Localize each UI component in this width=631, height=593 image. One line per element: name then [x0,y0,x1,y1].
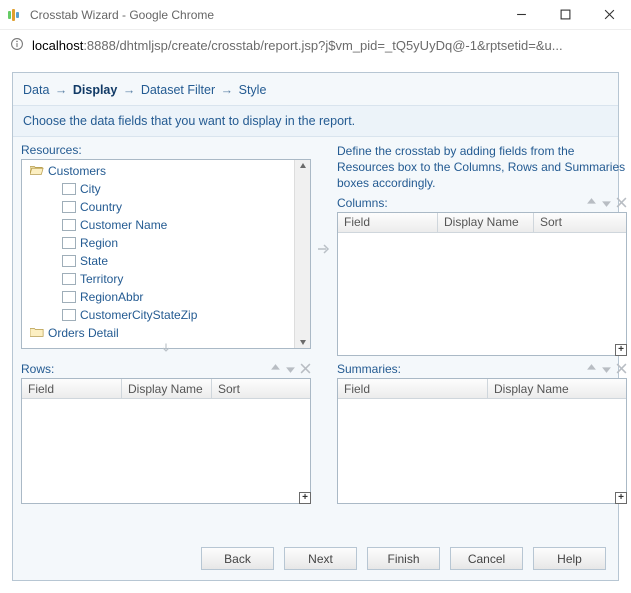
tree-item[interactable]: Country [26,198,306,216]
tree-group[interactable]: Orders Detail [26,324,306,342]
tree-item-label: RegionAbbr [80,290,143,304]
tree-item[interactable]: RegionAbbr [26,288,306,306]
summaries-table[interactable]: Field Display Name + [337,378,627,504]
step-display[interactable]: Display [73,83,117,97]
move-down-icon[interactable] [601,197,612,211]
field-icon [62,237,76,249]
tree-item[interactable]: CustomerCityStateZip [26,306,306,324]
scrollbar[interactable] [294,160,310,348]
tree-group[interactable]: Customers [26,162,306,180]
columns-table[interactable]: Field Display Name Sort + [337,212,627,356]
step-filter[interactable]: Dataset Filter [141,83,215,97]
tree-item-label: Territory [80,272,123,286]
col-header-display: Display Name [438,215,525,229]
tree-group-label: Customers [48,164,106,178]
chevron-right-icon: → [55,83,68,97]
remove-icon[interactable] [616,363,627,377]
tree-item-label: Region [80,236,118,250]
resources-label: Resources: [21,143,311,157]
col-header-display: Display Name [122,382,209,396]
tree-item[interactable]: Customer Name [26,216,306,234]
field-icon [62,183,76,195]
remove-icon[interactable] [300,363,311,377]
site-info-icon[interactable] [10,37,24,54]
tree-item[interactable]: City [26,180,306,198]
window-title: Crosstab Wizard - Google Chrome [30,8,499,22]
field-icon [62,219,76,231]
move-down-icon[interactable] [285,363,296,377]
tree-item-label: Customer Name [80,218,167,232]
col-header-field: Field [338,382,376,396]
next-button[interactable]: Next [284,547,357,570]
field-icon [62,309,76,321]
finish-button[interactable]: Finish [367,547,440,570]
chrome-app-icon [8,7,24,23]
rows-table[interactable]: Field Display Name Sort + [21,378,311,504]
add-row-button[interactable]: + [299,492,311,504]
maximize-button[interactable] [543,0,587,30]
move-up-icon[interactable] [586,197,597,211]
chevron-right-icon: → [221,83,234,97]
rows-label: Rows: [21,362,54,376]
tree-group-label: Orders Detail [48,326,119,340]
field-icon [62,273,76,285]
help-button[interactable]: Help [533,547,606,570]
address-bar: localhost:8888/dhtmljsp/create/crosstab/… [0,30,631,60]
tree-item-label: City [80,182,101,196]
title-bar: Crosstab Wizard - Google Chrome [0,0,631,30]
tree-item-label: CustomerCityStateZip [80,308,197,322]
col-header-field: Field [338,215,376,229]
wizard-panel: Data → Display → Dataset Filter → Style … [12,72,619,581]
tree-item[interactable]: Region [26,234,306,252]
columns-label: Columns: [337,196,388,210]
resources-tree[interactable]: Customers City Country Customer Name Reg… [21,159,311,349]
breadcrumb: Data → Display → Dataset Filter → Style [13,73,618,105]
scroll-up-icon[interactable] [299,162,307,170]
scroll-down-icon[interactable] [299,338,307,346]
tree-item-label: Country [80,200,122,214]
tree-item[interactable]: State [26,252,306,270]
url-host: localhost [32,38,83,53]
field-icon [62,255,76,267]
col-header-sort: Sort [534,215,568,229]
col-header-field: Field [22,382,60,396]
folder-open-icon [30,164,44,179]
remove-icon[interactable] [616,197,627,211]
cancel-button[interactable]: Cancel [450,547,523,570]
col-header-sort: Sort [212,382,246,396]
add-summary-button[interactable]: + [615,492,627,504]
step-style[interactable]: Style [239,83,267,97]
step-data[interactable]: Data [23,83,49,97]
url-path: :8888/dhtmljsp/create/crosstab/report.js… [83,38,562,53]
crosstab-description: Define the crosstab by adding fields fro… [337,143,627,192]
summaries-label: Summaries: [337,362,401,376]
field-icon [62,201,76,213]
move-up-icon[interactable] [270,363,281,377]
folder-closed-icon [30,326,44,341]
minimize-button[interactable] [499,0,543,30]
move-up-icon[interactable] [586,363,597,377]
add-to-rows-button[interactable] [158,342,174,357]
close-button[interactable] [587,0,631,30]
add-column-button[interactable]: + [615,344,627,356]
wizard-prompt: Choose the data fields that you want to … [13,105,618,137]
add-to-columns-button[interactable] [316,243,332,258]
move-down-icon[interactable] [601,363,612,377]
chevron-right-icon: → [123,83,136,97]
back-button[interactable]: Back [201,547,274,570]
col-header-display: Display Name [488,382,575,396]
tree-item-label: State [80,254,108,268]
tree-item[interactable]: Territory [26,270,306,288]
field-icon [62,291,76,303]
